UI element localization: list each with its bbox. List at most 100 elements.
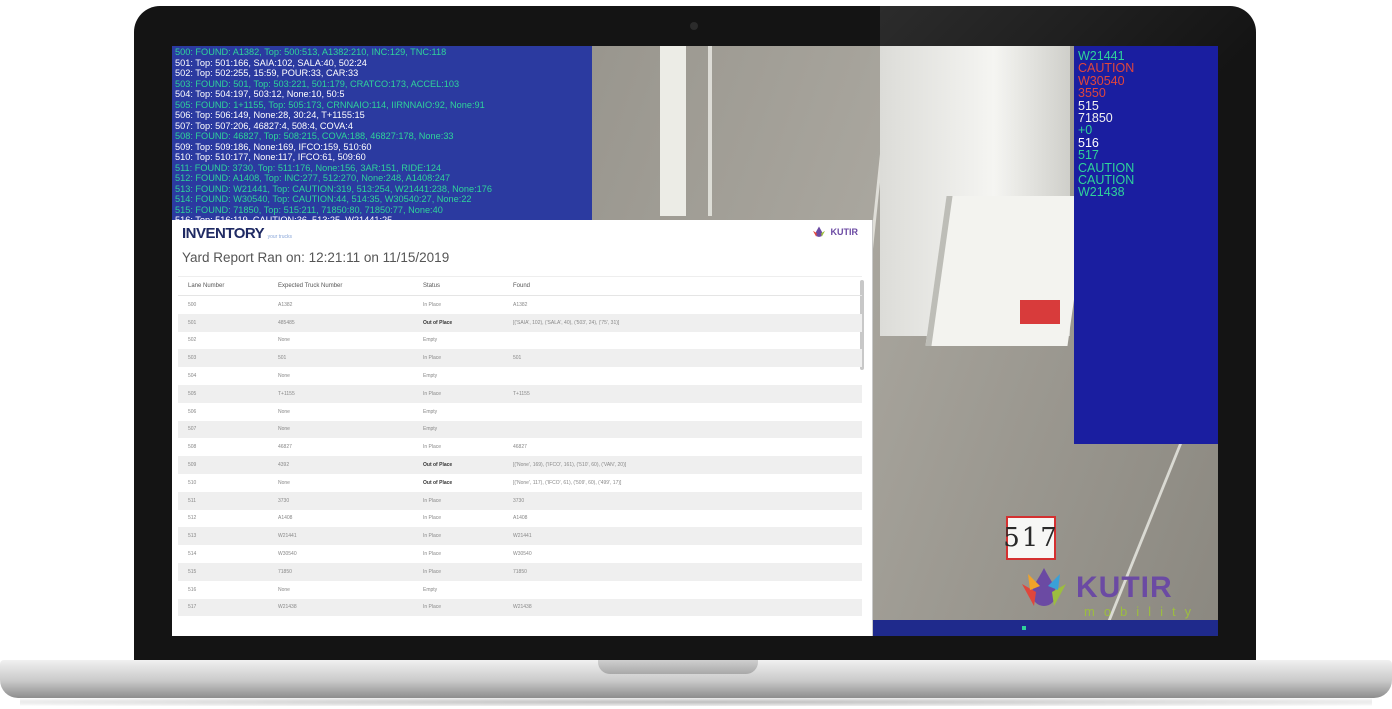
cell-lane: 515: [178, 562, 268, 581]
kutir-small-icon: [812, 226, 825, 237]
cell-expected: 485485: [268, 313, 413, 332]
table-row[interactable]: 508 46827 In Place 46827: [178, 438, 862, 456]
report-title: Yard Report Ran on: 12:21:11 on 11/15/20…: [182, 250, 450, 265]
cell-expected: W21438: [268, 598, 413, 617]
cell-expected: A1408: [278, 515, 293, 522]
table-row[interactable]: 512 A1408 In Place A1408: [178, 510, 862, 528]
column-header-found[interactable]: Found: [503, 277, 862, 296]
cell-found: W21441: [503, 527, 862, 546]
table-row[interactable]: 509 4392 Out of Place [('None', 169), ('IFC…: [178, 456, 862, 474]
cell-status: Empty: [423, 586, 438, 593]
ocr-left-text: 500: FOUND: A1382, Top: 500:513, A1382:2…: [175, 47, 492, 247]
cell-expected: None: [278, 373, 290, 380]
cell-found: W30540: [513, 551, 532, 558]
ocr-line: 514: FOUND: W30540, Top: CAUTION:44, 514…: [175, 194, 472, 204]
cell-expected: None: [278, 337, 290, 344]
ocr-line: 506: Top: 506:149, None:28, 30:24, T+115…: [175, 110, 365, 120]
ocr-result-line: 3550: [1078, 86, 1106, 101]
kutir-brand-word: KUTIR: [1076, 571, 1173, 604]
table-row[interactable]: 500 A1382 In Place A1382: [178, 296, 862, 314]
cell-status: In Place: [413, 384, 503, 403]
table-row[interactable]: 511 3730 In Place 3730: [178, 491, 862, 510]
yard-report-window: INVENTORY your trucks KUTIR Yard Report …: [172, 220, 873, 636]
cell-status: Out of Place: [423, 479, 453, 486]
cell-status: In Place: [423, 515, 442, 522]
cell-found: A1408: [513, 515, 528, 522]
table-row[interactable]: 504 None Empty: [178, 367, 862, 385]
kutir-small-word: KUTIR: [830, 227, 859, 237]
cell-found: [503, 367, 862, 385]
cell-lane: 512: [188, 515, 197, 522]
cell-found: A1382: [513, 301, 528, 308]
yard-report-table: Lane Number Expected Truck Number Status…: [178, 277, 862, 617]
column-header-status[interactable]: Status: [413, 277, 503, 296]
laptop-hinge-notch: [598, 660, 758, 674]
cell-status: Empty: [423, 408, 438, 415]
cell-expected: 71850: [268, 562, 413, 581]
cell-expected: 4392: [268, 456, 413, 474]
table-row[interactable]: 517 W21438 In Place W21438: [178, 598, 862, 617]
ocr-line: 509: Top: 509:186, None:169, IFCO:159, 5…: [175, 141, 372, 152]
cell-status: In Place: [413, 491, 503, 510]
logo-main-text: INVENTORY: [182, 225, 264, 242]
laptop-shadow: [20, 698, 1372, 706]
cell-status: Out of Place: [413, 313, 503, 332]
table-row[interactable]: 510 None Out of Place [('None', 117), ('IFC…: [178, 474, 862, 492]
cell-expected: 501: [268, 349, 413, 368]
cell-lane: 517: [178, 598, 268, 617]
cell-expected: A1382: [278, 301, 293, 308]
kutir-logo-icon: [1022, 568, 1066, 606]
cell-status: In Place: [423, 551, 442, 558]
cell-lane: 514: [188, 551, 197, 558]
table-row[interactable]: 515 71850 In Place 71850: [178, 562, 862, 581]
cell-expected: None: [268, 420, 413, 439]
table-row[interactable]: 505 T+1155 In Place T+1155: [178, 384, 862, 403]
table-row[interactable]: 516 None Empty: [178, 581, 862, 599]
cell-lane: 509: [178, 456, 268, 474]
cell-found: 71850: [503, 562, 862, 581]
cell-lane: 500: [188, 301, 197, 308]
lane-stripe: [660, 46, 686, 216]
lane-number-label: 517: [1003, 523, 1059, 553]
table-row[interactable]: 514 W30540 In Place W30540: [178, 545, 862, 563]
report-header: INVENTORY your trucks KUTIR: [172, 220, 872, 246]
ocr-line: 502: Top: 502:255, 15:59, POUR:33, CAR:3…: [175, 68, 359, 78]
ocr-line: 504: Top: 504:197, 503:12, None:10, 50:5: [175, 89, 345, 99]
ocr-result-line: 517: [1078, 148, 1099, 163]
cell-expected: W21441: [268, 527, 413, 546]
cell-expected: None: [278, 586, 290, 593]
ocr-line: 501: Top: 501:166, SAIA:102, SALA:40, 50…: [175, 57, 367, 68]
cell-expected: None: [278, 408, 290, 415]
table-row[interactable]: 503 501 In Place 501: [178, 349, 862, 368]
table-row[interactable]: 507 None Empty: [178, 420, 862, 439]
cell-found: [503, 332, 862, 350]
cell-lane: 502: [188, 337, 197, 344]
cell-lane: 505: [178, 384, 268, 403]
kutir-watermark: KUTIR mobility: [1020, 566, 1191, 619]
cell-lane: 516: [188, 586, 197, 593]
cell-found: [('None', 117), ('IFCO', 61), ('509', 60…: [513, 479, 622, 486]
ocr-line: 510: Top: 510:177, None:117, IFCO:61, 50…: [175, 152, 366, 162]
column-header-expected[interactable]: Expected Truck Number: [268, 277, 413, 296]
cell-lane: 503: [178, 349, 268, 368]
cell-expected: T+1155: [268, 384, 413, 403]
cell-status: Empty: [413, 420, 503, 439]
ocr-line: 508: FOUND: 46827, Top: 508:215, COVA:18…: [175, 131, 454, 141]
cell-lane: 506: [188, 408, 197, 415]
cell-status: In Place: [423, 301, 442, 308]
cell-status: In Place: [413, 349, 503, 368]
table-row[interactable]: 513 W21441 In Place W21441: [178, 527, 862, 546]
report-table-container: Lane Number Expected Truck Number Status…: [178, 276, 862, 636]
table-row[interactable]: 502 None Empty: [178, 332, 862, 350]
cell-status: Out of Place: [413, 456, 503, 474]
column-header-lane[interactable]: Lane Number: [178, 277, 268, 296]
lane-number-detection: 517: [1003, 516, 1059, 560]
cell-expected: W30540: [278, 551, 297, 558]
cell-found: [('SAIA', 102), ('SALA', 40), ('503', 24…: [503, 313, 862, 332]
trailer-placard: [1020, 300, 1060, 324]
ocr-line: 515: FOUND: 71850, Top: 515:211, 71850:8…: [175, 204, 443, 215]
table-row[interactable]: 506 None Empty: [178, 403, 862, 421]
table-row[interactable]: 501 485485 Out of Place [('SAIA', 102), ('S…: [178, 313, 862, 332]
cell-found: 501: [503, 349, 862, 368]
cell-expected: None: [278, 479, 290, 486]
